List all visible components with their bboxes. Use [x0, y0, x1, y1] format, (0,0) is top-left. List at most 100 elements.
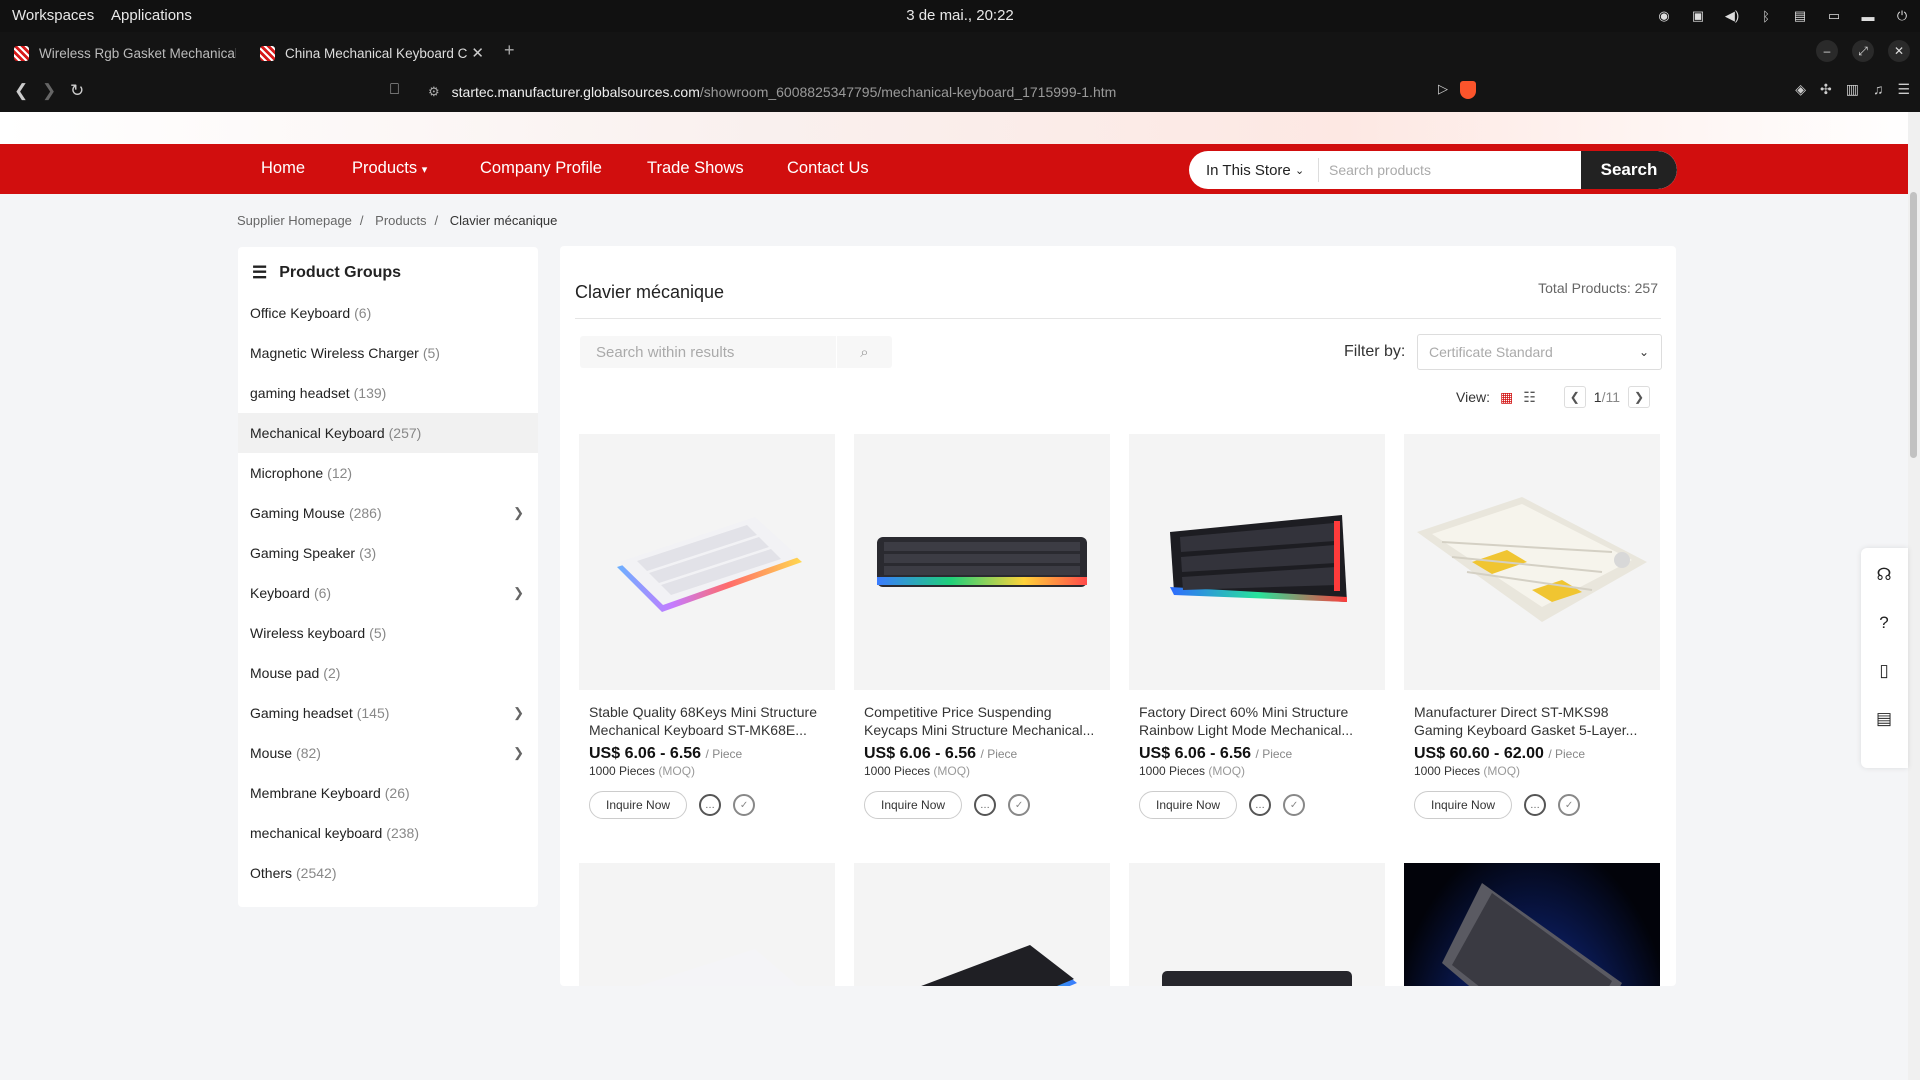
product-name[interactable]: Stable Quality 68Keys Mini Structure Mec…	[589, 703, 825, 739]
network-icon[interactable]: ▣	[1688, 6, 1708, 26]
help-icon[interactable]: ?	[1873, 612, 1895, 634]
page-scrollbar[interactable]	[1908, 112, 1920, 1080]
nav-company-profile[interactable]: Company Profile	[480, 159, 602, 178]
bookmark-icon[interactable]: ⎕	[390, 81, 399, 98]
sidebar-item-wireless-keyboard[interactable]: Wireless keyboard (5)	[238, 613, 538, 653]
sidebar-item-gaming-mouse[interactable]: Gaming Mouse (286) ❯	[238, 493, 538, 533]
product-name[interactable]: Factory Direct 60% Mini Structure Rainbo…	[1139, 703, 1375, 739]
sidebar-item-office-keyboard[interactable]: Office Keyboard (6)	[238, 293, 538, 333]
search-icon[interactable]: ⌕	[836, 336, 892, 368]
chat-icon[interactable]: …	[1249, 794, 1272, 816]
maximize-icon[interactable]: ⤢	[1852, 40, 1874, 62]
product-image[interactable]	[854, 863, 1110, 986]
sidebar-item-mechanical-keyboard[interactable]: Mechanical Keyboard (257)	[238, 413, 538, 453]
volume-icon[interactable]: ◀)	[1722, 6, 1742, 26]
verified-icon[interactable]: ✓	[1283, 794, 1306, 816]
inquire-now-button[interactable]: Inquire Now	[589, 791, 688, 819]
product-card[interactable]	[579, 863, 835, 986]
product-image[interactable]	[1129, 434, 1385, 690]
chat-icon[interactable]: …	[1524, 794, 1547, 816]
breadcrumb-supplier-homepage[interactable]: Supplier Homepage	[237, 213, 352, 228]
share-icon[interactable]: ▷	[1438, 81, 1448, 99]
minimize-icon[interactable]: –	[1816, 40, 1838, 62]
sidebar-item-mouse[interactable]: Mouse (82) ❯	[238, 733, 538, 773]
sidebar-item-gaming-headset-lower[interactable]: gaming headset (139)	[238, 373, 538, 413]
product-image[interactable]	[1129, 863, 1385, 986]
product-name[interactable]: Competitive Price Suspending Keycaps Min…	[864, 703, 1100, 739]
nav-home[interactable]: Home	[261, 159, 305, 178]
clipboard-icon[interactable]: ▤	[1873, 708, 1895, 730]
product-card[interactable]	[1404, 863, 1660, 986]
site-info-icon[interactable]: ⚙	[428, 84, 440, 100]
product-image[interactable]	[1404, 434, 1660, 690]
product-name[interactable]: Manufacturer Direct ST-MKS98 Gaming Keyb…	[1414, 703, 1650, 739]
sidebar-item-mouse-pad[interactable]: Mouse pad (2)	[238, 653, 538, 693]
sidebar-item-magnetic-wireless-charger[interactable]: Magnetic Wireless Charger (5)	[238, 333, 538, 373]
mobile-icon[interactable]: ▯	[1873, 660, 1895, 682]
grid-view-icon[interactable]: ▦	[1500, 389, 1513, 406]
bluetooth-icon[interactable]: ᛒ	[1756, 6, 1776, 26]
list-view-icon[interactable]: ☷	[1523, 389, 1536, 406]
search-scope-select[interactable]: In This Store ⌄	[1189, 158, 1319, 182]
calendar-icon[interactable]: ▤	[1790, 6, 1810, 26]
sidebar-item-mechanical-keyboard-lower[interactable]: mechanical keyboard (238)	[238, 813, 538, 853]
certificate-filter-select[interactable]: Certificate Standard ⌄	[1417, 334, 1662, 370]
product-card[interactable]: Stable Quality 68Keys Mini Structure Mec…	[579, 434, 835, 834]
reload-icon[interactable]: ↻	[70, 81, 84, 101]
inquire-now-button[interactable]: Inquire Now	[1139, 791, 1238, 819]
back-icon[interactable]: ❮	[14, 81, 28, 101]
product-card[interactable]: Competitive Price Suspending Keycaps Min…	[854, 434, 1110, 834]
product-card[interactable]	[1129, 863, 1385, 986]
sidebar-item-membrane-keyboard[interactable]: Membrane Keyboard (26)	[238, 773, 538, 813]
close-tab-icon[interactable]: ✕	[471, 44, 484, 62]
scrollbar-thumb[interactable]	[1910, 192, 1917, 458]
chat-icon[interactable]: ▬	[1858, 6, 1878, 26]
prev-page-button[interactable]: ❮	[1563, 386, 1586, 408]
sidebar-item-gaming-speaker[interactable]: Gaming Speaker (3)	[238, 533, 538, 573]
nav-contact-us[interactable]: Contact Us	[787, 159, 869, 178]
sidebar-item-gaming-headset[interactable]: Gaming headset (145) ❯	[238, 693, 538, 733]
next-page-button[interactable]: ❯	[1628, 386, 1651, 408]
product-image[interactable]	[579, 434, 835, 690]
media-icon[interactable]: ♫	[1873, 81, 1884, 98]
brave-shields-icon[interactable]	[1460, 81, 1476, 99]
power-icon[interactable]: ⏻	[1892, 6, 1912, 26]
sidebar-item-others[interactable]: Others (2542)	[238, 853, 538, 893]
verified-icon[interactable]: ✓	[1008, 794, 1031, 816]
headset-support-icon[interactable]: ☊	[1873, 564, 1895, 586]
verified-icon[interactable]: ✓	[1558, 794, 1581, 816]
sidebar-icon[interactable]: ▥	[1846, 81, 1859, 98]
close-window-icon[interactable]: ✕	[1888, 40, 1910, 62]
forward-icon[interactable]: ❯	[42, 81, 56, 101]
product-card[interactable]: Manufacturer Direct ST-MKS98 Gaming Keyb…	[1404, 434, 1660, 834]
verified-icon[interactable]: ✓	[733, 794, 756, 816]
sidebar-item-microphone[interactable]: Microphone (12)	[238, 453, 538, 493]
search-products-input[interactable]: Search products	[1319, 162, 1581, 178]
url-field[interactable]: ⚙ startec.manufacturer.globalsources.com…	[420, 76, 1500, 108]
nav-trade-shows[interactable]: Trade Shows	[647, 159, 744, 178]
chevron-right-icon[interactable]: ❯	[513, 585, 524, 601]
tab-wireless-keyboard[interactable]: Wireless Rgb Gasket Mechanical K	[14, 36, 236, 70]
inquire-now-button[interactable]: Inquire Now	[864, 791, 963, 819]
menu-icon[interactable]: ☰	[1897, 81, 1910, 98]
battery-icon[interactable]: ▭	[1824, 6, 1844, 26]
nav-products[interactable]: Products ▾	[352, 159, 427, 178]
tab-china-mechanical-keyboard[interactable]: China Mechanical Keyboard C ✕	[260, 36, 484, 70]
new-tab-icon[interactable]: +	[504, 40, 515, 61]
chevron-right-icon[interactable]: ❯	[513, 705, 524, 721]
chat-icon[interactable]: …	[699, 794, 722, 816]
discord-icon[interactable]: ◉	[1654, 6, 1674, 26]
product-card[interactable]	[854, 863, 1110, 986]
chevron-right-icon[interactable]: ❯	[513, 505, 524, 521]
search-within-input[interactable]: Search within results	[580, 344, 836, 361]
chat-icon[interactable]: …	[974, 794, 997, 816]
extensions-icon[interactable]: ✣	[1820, 81, 1832, 98]
inquire-now-button[interactable]: Inquire Now	[1414, 791, 1513, 819]
product-image[interactable]	[579, 863, 835, 986]
breadcrumb-products[interactable]: Products	[375, 213, 426, 228]
search-button[interactable]: Search	[1581, 151, 1677, 189]
product-image[interactable]	[854, 434, 1110, 690]
sidebar-item-keyboard[interactable]: Keyboard (6) ❯	[238, 573, 538, 613]
product-card[interactable]: Factory Direct 60% Mini Structure Rainbo…	[1129, 434, 1385, 834]
bitwarden-icon[interactable]: ◈	[1795, 81, 1806, 98]
